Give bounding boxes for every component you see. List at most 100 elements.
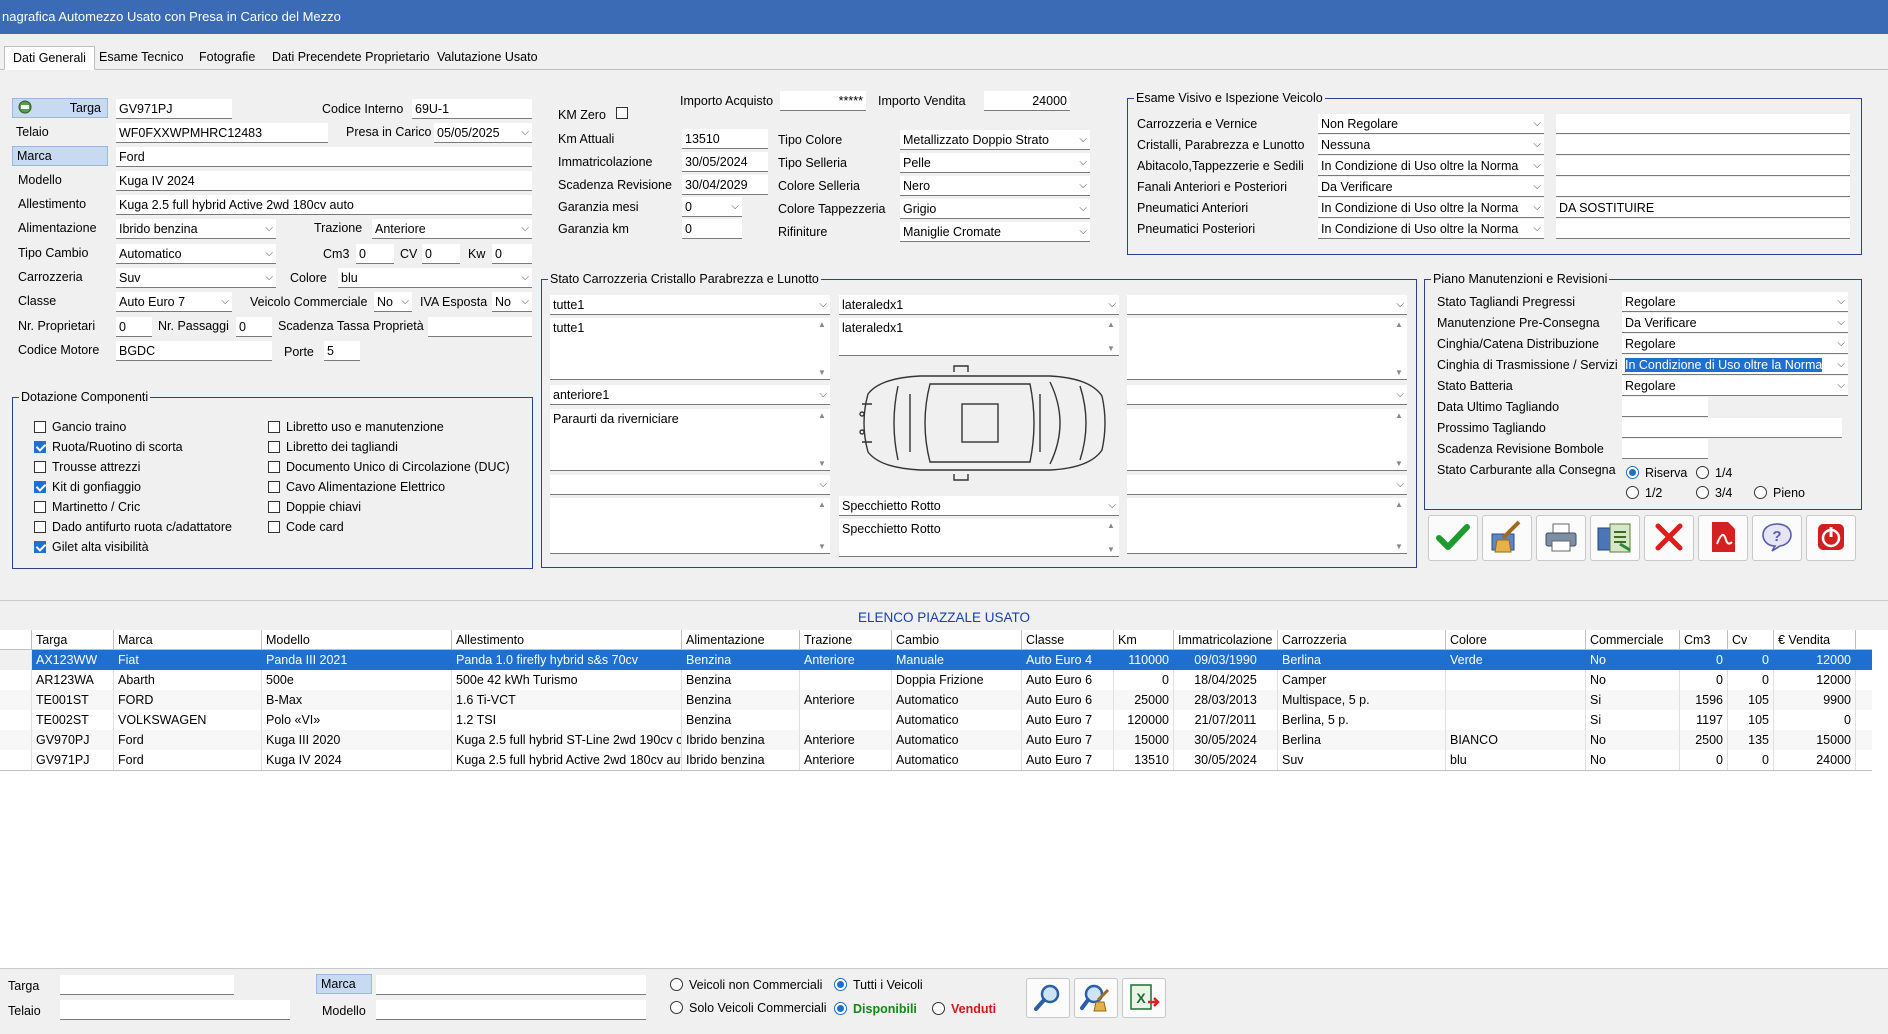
tipo-cambio-combo[interactable]: Automatico ⌵ xyxy=(116,244,276,264)
esame-row-note[interactable] xyxy=(1556,219,1850,239)
piano-row-combo[interactable]: In Condizione di Uso oltre la Norma ⌵ xyxy=(1622,355,1848,375)
esame-row-combo[interactable]: In Condizione di Uso oltre la Norma ⌵ xyxy=(1318,219,1544,239)
tab-dati-generali[interactable]: Dati Generali xyxy=(4,46,95,70)
marca-field[interactable]: Ford xyxy=(116,147,532,167)
porte-field[interactable]: 5 xyxy=(324,341,360,361)
filter-solo-commerciali-radio[interactable]: Solo Veicoli Commerciali xyxy=(670,1000,827,1016)
filter-modello-field[interactable] xyxy=(376,1000,646,1020)
telaio-field[interactable]: WF0FXXWPMHRC12483 xyxy=(116,123,328,143)
dotazione-checkbox[interactable]: Martinetto / Cric xyxy=(34,499,140,515)
grid-column-header[interactable]: Allestimento xyxy=(452,630,682,650)
tab-fotografie[interactable]: Fotografie xyxy=(191,46,263,70)
scadenza-tassa-field[interactable] xyxy=(428,317,532,337)
esame-row-note[interactable]: DA SOSTITUIRE xyxy=(1556,198,1850,218)
row-indicator[interactable] xyxy=(0,730,32,750)
esame-row-note[interactable] xyxy=(1556,156,1850,176)
carrozzeria-mid-left-memo[interactable]: Paraurti da riverniciare ▲ ▼ xyxy=(550,409,830,471)
carrozzeria-mid-left-combo[interactable]: anteriore1 ⌵ xyxy=(550,385,830,405)
colore-tappezzeria-combo[interactable]: Grigio ⌵ xyxy=(900,199,1090,219)
kw-field[interactable]: 0 xyxy=(492,244,532,264)
scadenza-bombole-field[interactable] xyxy=(1622,439,1708,459)
grid-column-header[interactable]: Km xyxy=(1114,630,1174,650)
carburante-3-4-radio[interactable]: 3/4 xyxy=(1696,485,1732,501)
carrozzeria-top-left-memo[interactable]: tutte1 ▲ ▼ xyxy=(550,318,830,380)
targa-field[interactable]: GV971PJ xyxy=(116,99,232,119)
carrozzeria-bot-right-combo[interactable]: ⌵ xyxy=(1127,475,1407,495)
clear-filter-button[interactable] xyxy=(1074,978,1118,1018)
iva-esposta-combo[interactable]: No ⌵ xyxy=(492,292,532,312)
checkbox-box[interactable] xyxy=(268,441,280,453)
grid-column-header[interactable]: Alimentazione xyxy=(682,630,800,650)
carrozzeria-top-right-combo[interactable]: ⌵ xyxy=(1127,295,1407,315)
dotazione-checkbox[interactable]: Ruota/Ruotino di scorta xyxy=(34,439,183,455)
filter-disponibili-radio[interactable]: Disponibili xyxy=(834,1001,917,1017)
carrozzeria-bot-right-memo[interactable]: ▲ ▼ xyxy=(1127,498,1407,554)
tab-dati-proprietario[interactable]: Dati Precendete Proprietario xyxy=(264,46,438,70)
modello-field[interactable]: Kuga IV 2024 xyxy=(116,171,532,191)
dotazione-checkbox[interactable]: Libretto uso e manutenzione xyxy=(268,419,444,435)
table-row[interactable]: AR123WA Abarth 500e 500e 42 kWh Turismo Benz… xyxy=(0,670,1872,690)
tipo-selleria-combo[interactable]: Pelle ⌵ xyxy=(900,153,1090,173)
dotazione-checkbox[interactable]: Gancio traino xyxy=(34,419,126,435)
cv-field[interactable]: 0 xyxy=(422,244,460,264)
clipboard-button[interactable] xyxy=(1590,515,1640,561)
checkbox-box[interactable] xyxy=(268,481,280,493)
checkbox-box[interactable] xyxy=(34,501,46,513)
classe-combo[interactable]: Auto Euro 7 ⌵ xyxy=(116,292,232,312)
row-indicator[interactable] xyxy=(0,690,32,710)
grid-column-header[interactable]: Classe xyxy=(1022,630,1114,650)
presa-date-picker[interactable]: 05/05/2025 ⌵ xyxy=(434,123,532,143)
carburante-1-4-radio[interactable]: 1/4 xyxy=(1696,465,1732,481)
carrozzeria-mid-right-combo[interactable]: ⌵ xyxy=(1127,385,1407,405)
checkbox-box[interactable] xyxy=(34,421,46,433)
immatricolazione-field[interactable]: 30/05/2024 xyxy=(682,152,768,172)
grid-column-header[interactable]: Carrozzeria xyxy=(1278,630,1446,650)
esame-row-combo[interactable]: Non Regolare ⌵ xyxy=(1318,114,1544,134)
km-attuali-field[interactable]: 13510 xyxy=(682,129,768,149)
piano-row-combo[interactable]: Da Verificare ⌵ xyxy=(1622,313,1848,333)
checkbox-box[interactable] xyxy=(34,461,46,473)
nr-proprietari-field[interactable]: 0 xyxy=(116,317,152,337)
km-zero-checkbox[interactable] xyxy=(616,107,628,119)
scadenza-revisione-field[interactable]: 30/04/2029 xyxy=(682,175,768,195)
grid-column-header[interactable]: Cambio xyxy=(892,630,1022,650)
filter-targa-field[interactable] xyxy=(60,975,234,995)
dotazione-checkbox[interactable]: Kit di gonfiaggio xyxy=(34,479,141,495)
filter-marca-button[interactable]: Marca xyxy=(316,974,372,994)
exit-button[interactable] xyxy=(1806,515,1856,561)
table-row[interactable]: GV971PJ Ford Kuga IV 2024 Kuga 2.5 full hyb… xyxy=(0,750,1872,770)
row-indicator[interactable] xyxy=(0,750,32,770)
carburante-1-2-radio[interactable]: 1/2 xyxy=(1626,485,1662,501)
checkbox-box[interactable] xyxy=(268,521,280,533)
importo-vendita-field[interactable]: 24000 xyxy=(984,91,1070,111)
carrozzeria-bot-mid-combo[interactable]: Specchietto Rotto ⌵ xyxy=(839,496,1119,516)
grid-column-header[interactable]: € Vendita xyxy=(1774,630,1856,650)
esame-row-combo[interactable]: In Condizione di Uso oltre la Norma ⌵ xyxy=(1318,198,1544,218)
grid-column-header[interactable]: Marca xyxy=(114,630,262,650)
targa-button[interactable]: Targa xyxy=(12,98,108,118)
dotazione-checkbox[interactable]: Libretto dei tagliandi xyxy=(268,439,398,455)
dotazione-checkbox[interactable]: Code card xyxy=(268,519,344,535)
colore-selleria-combo[interactable]: Nero ⌵ xyxy=(900,176,1090,196)
grid-column-header[interactable]: Cv xyxy=(1728,630,1774,650)
grid-column-header[interactable]: Commerciale xyxy=(1586,630,1680,650)
carburante-riserva-radio[interactable]: Riserva xyxy=(1626,465,1687,481)
checkbox-box[interactable] xyxy=(34,541,46,553)
table-row[interactable]: GV970PJ Ford Kuga III 2020 Kuga 2.5 full hy… xyxy=(0,730,1872,750)
checkbox-box[interactable] xyxy=(268,421,280,433)
row-indicator[interactable] xyxy=(0,670,32,690)
checkbox-box[interactable] xyxy=(268,461,280,473)
garanzia-km-field[interactable]: 0 xyxy=(682,219,742,239)
dotazione-checkbox[interactable]: Documento Unico di Circolazione (DUC) xyxy=(268,459,510,475)
carrozzeria-bot-left-combo[interactable]: ⌵ xyxy=(550,475,830,495)
filter-tutti-radio[interactable]: Tutti i Veicoli xyxy=(834,977,923,993)
alimentazione-combo[interactable]: Ibrido benzina ⌵ xyxy=(116,219,276,239)
row-indicator[interactable] xyxy=(0,710,32,730)
tab-valutazione-usato[interactable]: Valutazione Usato xyxy=(429,46,546,70)
grid-column-header[interactable]: Targa xyxy=(32,630,114,650)
filter-venduti-radio[interactable]: Venduti xyxy=(932,1001,996,1017)
table-row[interactable]: TE002ST VOLKSWAGEN Polo «VI» 1.2 TSI Benzina… xyxy=(0,710,1872,730)
grid-column-header[interactable]: Colore xyxy=(1446,630,1586,650)
table-row[interactable]: AX123WW Fiat Panda III 2021 Panda 1.0 firef… xyxy=(0,650,1872,670)
checkbox-box[interactable] xyxy=(34,521,46,533)
